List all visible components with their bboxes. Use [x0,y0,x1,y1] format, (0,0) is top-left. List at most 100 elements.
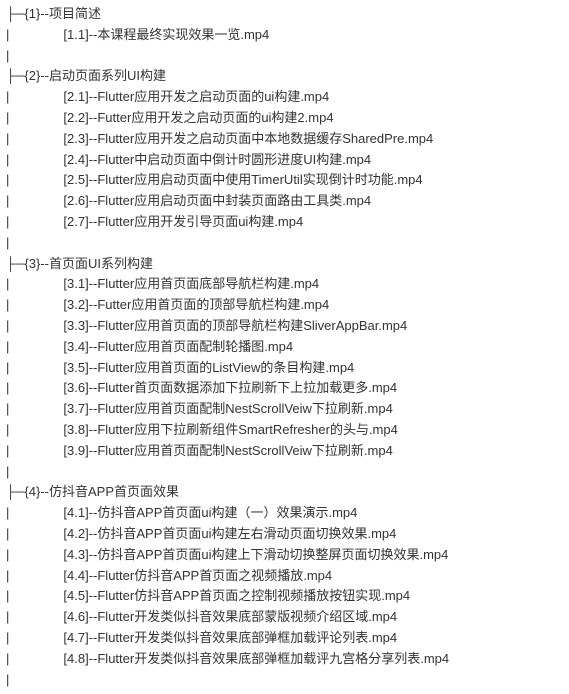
section-header: ├─{1}--项目简述 [6,4,563,25]
item-number: [2.5] [63,172,88,187]
item-label: Flutter应用启动页面中使用TimerUtil实现倒计时功能.mp4 [97,172,422,187]
indent [9,172,63,187]
item-number: [3.9] [63,443,88,458]
list-item: |[2.5]--Flutter应用启动页面中使用TimerUtil实现倒计时功能… [6,170,563,191]
list-item: |[4.8]--Flutter开发类似抖音效果底部弹框加载评九宫格分享列表.mp… [6,649,563,670]
indent [9,110,63,125]
section-title: 仿抖音APP首页面效果 [49,484,179,499]
item-number: [4.7] [63,630,88,645]
tree-connector-icon: ├─ [6,6,24,21]
list-item: |[2.4]--Flutter中启动页面中倒计时圆形进度UI构建.mp4 [6,150,563,171]
item-number: [2.2] [63,110,88,125]
indent [9,27,63,42]
list-item: |[4.7]--Flutter开发类似抖音效果底部弹框加载评论列表.mp4 [6,628,563,649]
item-label: 仿抖音APP首页面ui构建（一）效果演示.mp4 [97,505,357,520]
list-item: |[3.5]--Flutter应用首页面的ListView的条目构建.mp4 [6,358,563,379]
indent [9,339,63,354]
list-item: |[1.1]--本课程最终实现效果一览.mp4 [6,25,563,46]
item-number: [3.4] [63,339,88,354]
indent [9,401,63,416]
list-item: |[2.2]--Futter应用开发之启动页面的ui构建2.mp4 [6,108,563,129]
item-number: [3.6] [63,380,88,395]
tree-pipe-icon: | [6,233,9,254]
list-item: |[3.7]--Flutter应用首页面配制NestScrollVeiw下拉刷新… [6,399,563,420]
indent [9,318,63,333]
indent [9,547,63,562]
separator: -- [40,484,49,499]
tree-pipe-icon: | [6,462,9,483]
blank-row: | [6,670,563,691]
separator: -- [40,68,49,83]
item-label: Flutter应用首页面配制NestScrollVeiw下拉刷新.mp4 [97,401,392,416]
tree-connector-icon: ├─ [6,484,24,499]
item-label: Flutter应用首页面配制轮播图.mp4 [97,339,293,354]
separator: -- [40,256,49,271]
tree-pipe-icon: | [6,670,9,691]
separator: -- [40,6,49,21]
tree-connector-icon: ├─ [6,256,24,271]
item-label: Flutter应用开发之启动页面的ui构建.mp4 [97,89,329,104]
indent [9,89,63,104]
item-label: Flutter首页面数据添加下拉刷新下上拉加载更多.mp4 [97,380,397,395]
item-label: 仿抖音APP首页面ui构建左右滑动页面切换效果.mp4 [97,526,396,541]
item-number: [3.8] [63,422,88,437]
item-number: [4.8] [63,651,88,666]
item-label: Flutter开发类似抖音效果底部弹框加载评论列表.mp4 [97,630,397,645]
list-item: |[4.5]--Flutter仿抖音APP首页面之控制视频播放按钮实现.mp4 [6,586,563,607]
indent [9,360,63,375]
item-label: Flutter应用首页面的顶部导航栏构建SliverAppBar.mp4 [97,318,407,333]
item-label: Flutter应用首页面底部导航栏构建.mp4 [97,276,319,291]
list-item: |[2.7]--Flutter应用开发引导页面ui构建.mp4 [6,212,563,233]
item-number: [2.4] [63,152,88,167]
item-number: [2.7] [63,214,88,229]
item-number: [3.3] [63,318,88,333]
item-number: [4.6] [63,609,88,624]
item-label: Futter应用开发之启动页面的ui构建2.mp4 [97,110,333,125]
list-item: |[4.4]--Flutter仿抖音APP首页面之视频播放.mp4 [6,566,563,587]
indent [9,505,63,520]
list-item: |[3.8]--Flutter应用下拉刷新组件SmartRefresher的头与… [6,420,563,441]
list-item: |[2.3]--Flutter应用开发之启动页面中本地数据缓存SharedPre… [6,129,563,150]
section-title: 项目简述 [49,6,101,21]
section-header: ├─{2}--启动页面系列UI构建 [6,66,563,87]
item-label: Flutter仿抖音APP首页面之控制视频播放按钮实现.mp4 [97,588,410,603]
section-header: ├─{4}--仿抖音APP首页面效果 [6,482,563,503]
indent [9,380,63,395]
item-number: [2.1] [63,89,88,104]
item-number: [4.2] [63,526,88,541]
list-item: |[3.4]--Flutter应用首页面配制轮播图.mp4 [6,337,563,358]
item-number: [1.1] [63,27,88,42]
item-label: Futter应用首页面的顶部导航栏构建.mp4 [97,297,329,312]
item-label: Flutter中启动页面中倒计时圆形进度UI构建.mp4 [97,152,371,167]
course-outline-tree: ├─{1}--项目简述|[1.1]--本课程最终实现效果一览.mp4|├─{2}… [6,4,563,690]
list-item: |[3.2]--Futter应用首页面的顶部导航栏构建.mp4 [6,295,563,316]
item-label: Flutter应用首页面配制NestScrollVeiw下拉刷新.mp4 [97,443,392,458]
section-header: ├─{3}--首页面UI系列构建 [6,254,563,275]
indent [9,214,63,229]
section-index: {2} [24,68,40,83]
indent [9,152,63,167]
item-number: [4.1] [63,505,88,520]
item-number: [3.2] [63,297,88,312]
indent [9,422,63,437]
list-item: |[4.2]--仿抖音APP首页面ui构建左右滑动页面切换效果.mp4 [6,524,563,545]
item-number: [4.5] [63,588,88,603]
list-item: |[2.1]--Flutter应用开发之启动页面的ui构建.mp4 [6,87,563,108]
item-label: Flutter开发类似抖音效果底部弹框加载评九宫格分享列表.mp4 [97,651,449,666]
tree-connector-icon: ├─ [6,68,24,83]
indent [9,193,63,208]
list-item: |[4.6]--Flutter开发类似抖音效果底部蒙版视频介绍区域.mp4 [6,607,563,628]
indent [9,526,63,541]
section-index: {3} [24,256,40,271]
indent [9,131,63,146]
item-label: Flutter应用启动页面中封装页面路由工具类.mp4 [97,193,371,208]
item-label: Flutter应用下拉刷新组件SmartRefresher的头与.mp4 [97,422,398,437]
item-number: [3.1] [63,276,88,291]
indent [9,588,63,603]
list-item: |[3.3]--Flutter应用首页面的顶部导航栏构建SliverAppBar… [6,316,563,337]
item-label: Flutter仿抖音APP首页面之视频播放.mp4 [97,568,332,583]
indent [9,630,63,645]
list-item: |[3.1]--Flutter应用首页面底部导航栏构建.mp4 [6,274,563,295]
blank-row: | [6,462,563,483]
section-index: {4} [24,484,40,499]
